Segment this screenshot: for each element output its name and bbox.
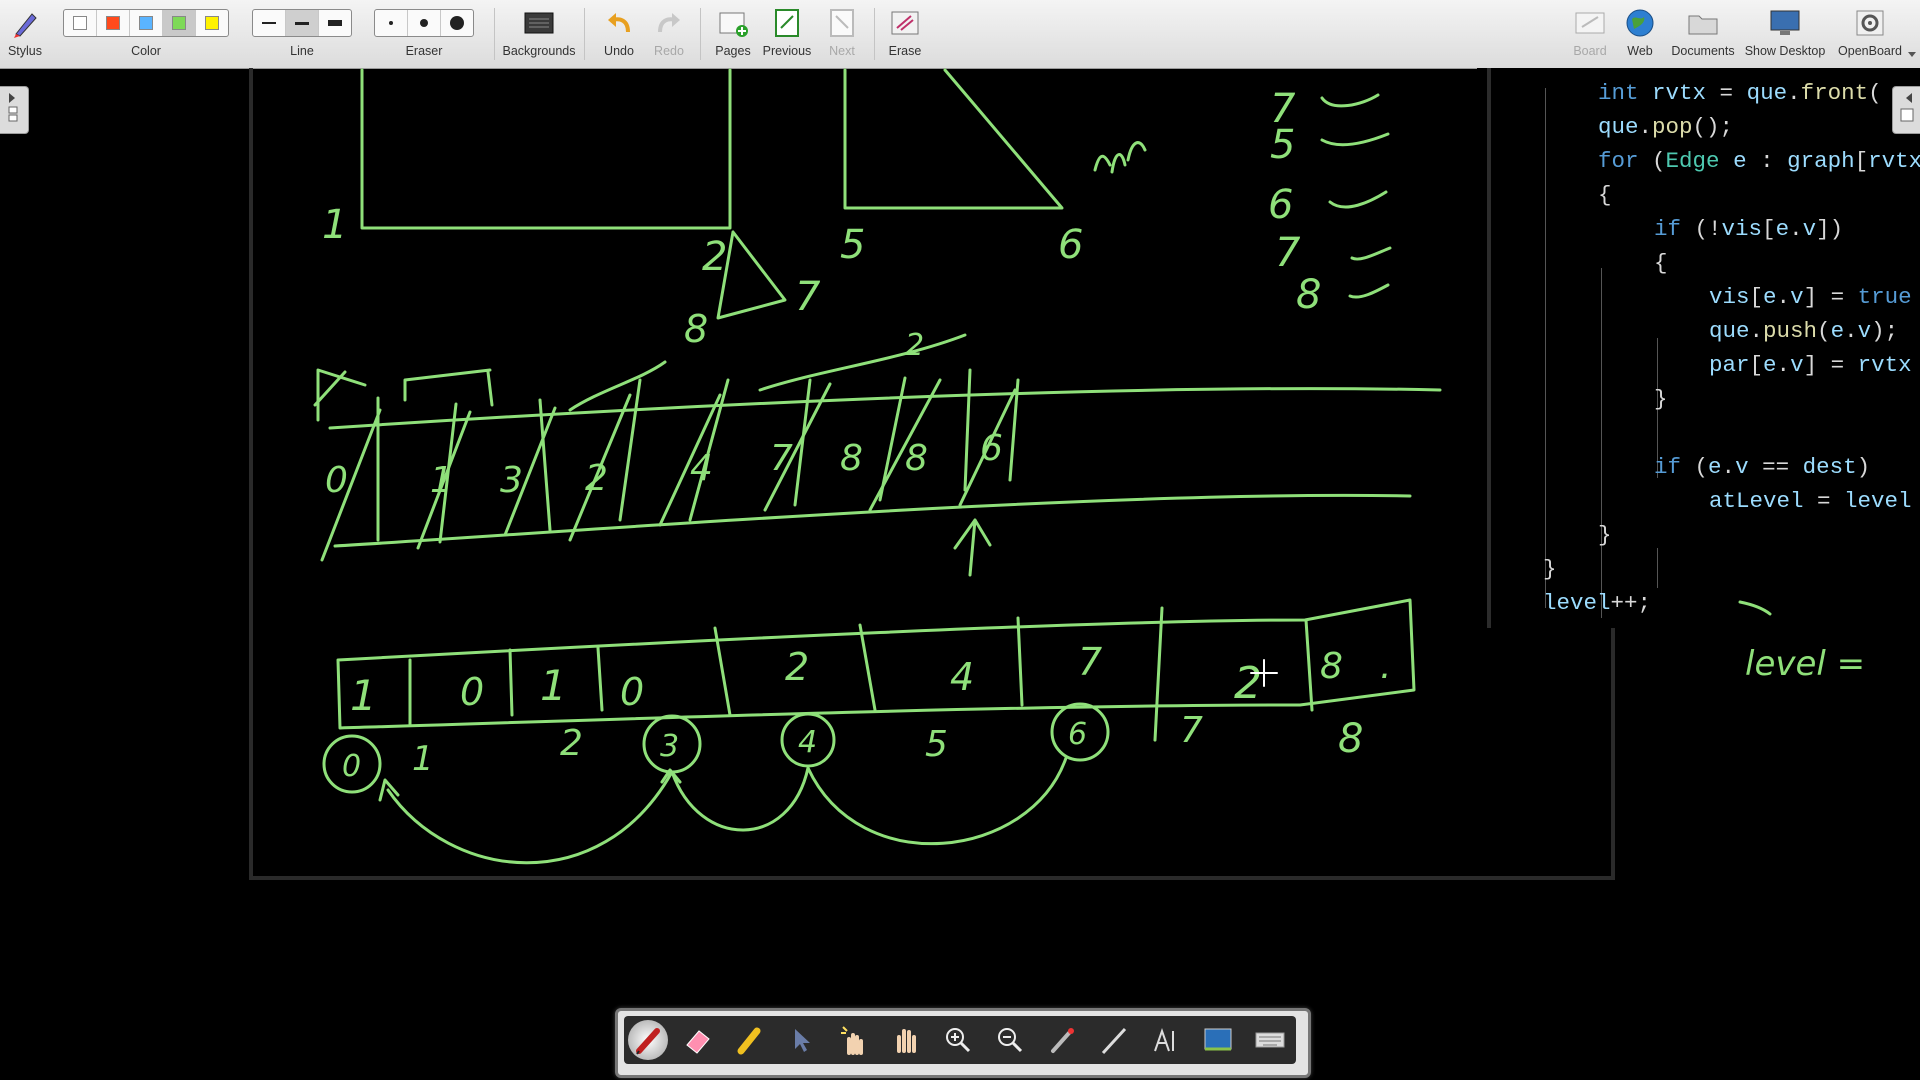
ink-queue-marks bbox=[313, 333, 967, 422]
ink-queue-top-line bbox=[328, 387, 1442, 430]
ink-array-val-1: 0 bbox=[460, 670, 484, 714]
ink-digit-6: 6 bbox=[1058, 222, 1083, 268]
ink-array-val-2: 1 bbox=[540, 661, 567, 710]
ink-check-num-4: 7 bbox=[1275, 230, 1301, 276]
ink-digit-1: 1 bbox=[322, 202, 347, 248]
ink-index-7: 7 bbox=[1180, 710, 1203, 751]
selector-tool-button[interactable] bbox=[780, 1018, 824, 1062]
handwritten-ink-layer: 1 5 6 2 7 8 7 5 6 7 8 0 1 3 2 4 7 8 8 6 … bbox=[313, 68, 1865, 865]
ink-array-val-8: 8 bbox=[1320, 646, 1343, 687]
ink-index-3: 3 bbox=[660, 729, 679, 764]
ink-array-val-5: 4 bbox=[950, 655, 974, 699]
line-icon bbox=[1101, 1027, 1127, 1055]
tool-palette bbox=[615, 1008, 1311, 1078]
marker-tool-button[interactable] bbox=[728, 1018, 772, 1062]
ink-queue-7: 7 bbox=[770, 438, 793, 479]
ink-triangle-large bbox=[843, 68, 1064, 210]
ink-array-val-0: 1 bbox=[350, 671, 377, 720]
ink-parent-arcs bbox=[378, 756, 1068, 865]
ink-index-8: 8 bbox=[1338, 716, 1363, 762]
ink-index-0: 0 bbox=[342, 749, 361, 784]
screen-capture-icon bbox=[1204, 1028, 1232, 1051]
ink-side-note: level = bbox=[1745, 644, 1865, 684]
hand-icon bbox=[897, 1029, 916, 1053]
ink-queue-3: 3 bbox=[500, 460, 523, 501]
ink-queue-8a: 8 bbox=[840, 438, 863, 479]
ink-queue-0: 0 bbox=[325, 460, 348, 501]
ink-checkmarks bbox=[1320, 93, 1392, 299]
ink-triangle-small bbox=[716, 230, 787, 320]
ink-rectangle bbox=[360, 68, 732, 230]
ink-queue-1: 1 bbox=[430, 460, 453, 501]
library-icon bbox=[1900, 93, 1914, 122]
ink-check-num-5: 8 bbox=[1296, 272, 1321, 318]
ink-up-arrow bbox=[953, 518, 992, 577]
ink-digit-5: 5 bbox=[840, 222, 865, 268]
ink-digit-7: 7 bbox=[795, 274, 821, 320]
eraser-icon bbox=[686, 1030, 710, 1054]
ink-queue-4: 4 bbox=[690, 448, 713, 489]
ink-array-val-3: 0 bbox=[620, 670, 644, 714]
library-panel-toggle[interactable] bbox=[1892, 86, 1920, 134]
laser-pointer-icon bbox=[1051, 1028, 1074, 1053]
ink-queue-8b: 8 bbox=[905, 438, 928, 479]
magic-hand-icon bbox=[841, 1026, 863, 1055]
interact-tool-button[interactable] bbox=[832, 1018, 876, 1062]
ink-check-num-2: 5 bbox=[1270, 122, 1295, 168]
keyboard-tool-button[interactable] bbox=[1248, 1018, 1292, 1062]
text-icon bbox=[1154, 1027, 1174, 1052]
highlighter-icon bbox=[737, 1027, 761, 1055]
pen-icon bbox=[636, 1028, 660, 1055]
ink-index-6: 6 bbox=[1068, 717, 1087, 752]
capture-tool-button[interactable] bbox=[1196, 1018, 1240, 1062]
ink-array-val-9: . bbox=[1380, 646, 1391, 687]
ink-check-num-3: 6 bbox=[1268, 182, 1293, 228]
ink-digit-2: 2 bbox=[702, 234, 727, 280]
ink-index-4: 4 bbox=[798, 725, 817, 760]
laser-tool-button[interactable] bbox=[1040, 1018, 1084, 1062]
eraser-tool-button[interactable] bbox=[676, 1018, 720, 1062]
ink-index-1: 1 bbox=[412, 739, 434, 779]
ink-array-val-7: 2 bbox=[1234, 658, 1262, 709]
zoom-out-tool-button[interactable] bbox=[988, 1018, 1032, 1062]
arrow-cursor-icon bbox=[795, 1029, 810, 1052]
zoom-out-icon bbox=[998, 1028, 1023, 1053]
ink-digit-8: 8 bbox=[684, 307, 708, 351]
hand-tool-button[interactable] bbox=[884, 1018, 928, 1062]
zoom-in-tool-button[interactable] bbox=[936, 1018, 980, 1062]
ink-array-val-6: 7 bbox=[1078, 640, 1102, 684]
text-tool-button[interactable] bbox=[1144, 1018, 1188, 1062]
ink-queue-top-2: 2 bbox=[905, 328, 924, 363]
line-tool-button[interactable] bbox=[1092, 1018, 1136, 1062]
ink-queue-6: 6 bbox=[980, 428, 1003, 469]
ink-index-2: 2 bbox=[560, 723, 583, 764]
keyboard-icon bbox=[1255, 1032, 1285, 1048]
pen-tool-button[interactable] bbox=[628, 1020, 668, 1060]
ink-scribble bbox=[1093, 141, 1147, 174]
ink-array-val-4: 2 bbox=[785, 645, 809, 689]
ink-queue-2: 2 bbox=[585, 458, 608, 499]
ink-index-5: 5 bbox=[925, 724, 948, 765]
zoom-in-icon bbox=[946, 1028, 971, 1053]
ink-dash bbox=[1738, 600, 1772, 616]
